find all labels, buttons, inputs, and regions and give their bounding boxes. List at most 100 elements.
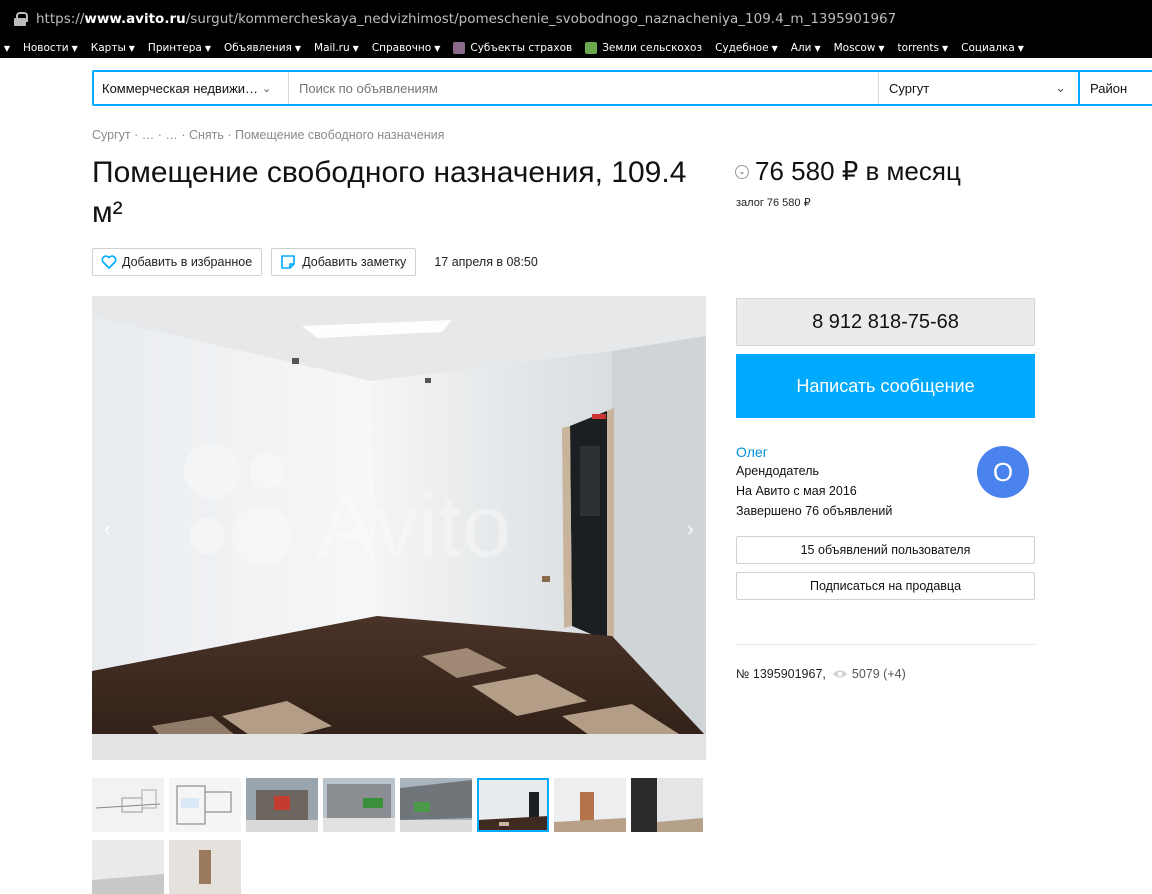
views-count: 5079 (+4)	[851, 667, 906, 681]
bookmark-item[interactable]: Али ▼	[791, 42, 821, 54]
seller-name-link[interactable]: Олег	[736, 444, 768, 460]
bookmark-item[interactable]: torrents ▼	[898, 42, 949, 54]
bookmark-label: Moscow	[833, 42, 876, 54]
thumbnail[interactable]	[169, 840, 241, 894]
thumbnail-active[interactable]	[477, 778, 549, 832]
bookmark-item[interactable]: Субъекты страхов	[453, 42, 572, 54]
write-message-button[interactable]: Написать сообщение	[736, 354, 1035, 418]
price: ⌄ 76 580 ₽ в месяц	[735, 156, 961, 187]
category-label: Коммерческая недвижи…	[102, 80, 259, 96]
bookmark-label: Социалка	[961, 42, 1015, 54]
photo-gallery[interactable]: Avito ‹ ›	[92, 296, 706, 760]
thumbnail-image	[554, 778, 626, 832]
url-text[interactable]: https://www.avito.ru/surgut/kommercheska…	[14, 11, 896, 27]
bookmark-label: и	[0, 42, 1, 54]
listing-actions: Добавить в избранное Добавить заметку 17…	[92, 248, 538, 276]
city-select[interactable]: Сургут ⌄	[878, 72, 1078, 104]
thumbnail-image	[169, 778, 241, 832]
search-input[interactable]	[289, 72, 878, 104]
watermark-text: Avito	[317, 476, 511, 575]
add-note-button[interactable]: Добавить заметку	[271, 248, 417, 276]
bookmark-label: torrents	[897, 42, 939, 54]
category-select[interactable]: Коммерческая недвижи… ⌄	[94, 72, 289, 104]
add-favorite-button[interactable]: Добавить в избранное	[92, 248, 263, 276]
url-scheme: https://	[36, 11, 85, 27]
thumbnail[interactable]	[92, 840, 164, 894]
seller-role: Арендодатель	[736, 464, 820, 478]
search-bar: Коммерческая недвижи… ⌄ Сургут ⌄ Район	[92, 70, 1152, 106]
divider	[736, 644, 1035, 645]
caret-down-icon: ▼	[1017, 43, 1024, 53]
page-title: Помещение свободного назначения, 109.4 м…	[92, 156, 687, 229]
avatar[interactable]: О	[977, 446, 1029, 498]
chevron-left-icon[interactable]: ‹	[104, 516, 111, 542]
room-photo: Avito	[92, 296, 706, 760]
caret-down-icon: ▼	[771, 43, 778, 53]
chevron-down-icon: ⌄	[262, 82, 272, 95]
thumbnail-image	[169, 840, 241, 894]
bookmark-item[interactable]: Принтера ▼	[148, 42, 211, 54]
region-select[interactable]: Район	[1080, 72, 1152, 104]
bookmark-item[interactable]: Судебное ▼	[715, 42, 778, 54]
city-label: Сургут	[889, 80, 930, 96]
thumbnail[interactable]	[246, 778, 318, 832]
show-phone-button[interactable]: 8 912 818-75-68	[736, 298, 1035, 346]
bookmark-label: Принтера	[147, 42, 202, 54]
note-icon	[281, 255, 295, 269]
bookmark-item[interactable]: Новости ▼	[23, 42, 78, 54]
bookmark-item[interactable]: Социалка ▼	[961, 42, 1024, 54]
thumbnail[interactable]	[554, 778, 626, 832]
browser-address-bar[interactable]: https://www.avito.ru/surgut/kommercheska…	[0, 0, 1152, 38]
caret-down-icon: ▼	[3, 43, 10, 53]
bookmark-item[interactable]: Mail.ru ▼	[314, 42, 359, 54]
caret-down-icon: ▼	[941, 43, 949, 53]
thumbnail-image	[631, 778, 703, 832]
thumbnail[interactable]	[400, 778, 472, 832]
url-domain: www.avito.ru	[84, 11, 186, 27]
bookmark-item[interactable]: и▼	[0, 42, 10, 54]
bookmark-label: Справочно	[371, 42, 432, 54]
gallery-bottom-bar	[92, 734, 706, 760]
bookmark-item[interactable]: Moscow ▼	[834, 42, 885, 54]
thumbnail[interactable]	[323, 778, 395, 832]
thumbnail-image	[246, 778, 318, 832]
bookmark-icon	[585, 42, 598, 54]
region-label: Район	[1090, 80, 1128, 96]
thumbnail[interactable]	[631, 778, 703, 832]
caret-down-icon: ▼	[294, 43, 302, 53]
thumbnail-image	[92, 840, 164, 894]
chevron-down-icon[interactable]: ⌄	[735, 164, 749, 179]
caret-down-icon: ▼	[71, 43, 78, 53]
bookmark-label: Mail.ru	[314, 42, 350, 54]
add-note-label: Добавить заметку	[302, 255, 407, 269]
lock-icon	[14, 12, 28, 26]
caret-down-icon: ▼	[128, 43, 135, 53]
bookmark-item[interactable]: Справочно ▼	[372, 42, 441, 54]
bookmark-label: Новости	[22, 42, 69, 54]
bookmark-item[interactable]: Земли сельскохоз	[585, 42, 702, 54]
listing-number: № 1395901967,	[736, 667, 826, 681]
seller-listings-button[interactable]: 15 объявлений пользователя	[736, 536, 1035, 564]
subscribe-seller-button[interactable]: Подписаться на продавца	[736, 572, 1035, 600]
add-favorite-label: Добавить в избранное	[122, 255, 253, 269]
breadcrumb[interactable]: Сургут · … · … · Снять · Помещение свобо…	[92, 128, 444, 142]
price-value: 76 580 ₽ в месяц	[755, 156, 961, 186]
deposit: залог 76 580 ₽	[736, 197, 811, 209]
caret-down-icon: ▼	[878, 43, 885, 53]
bookmark-label: Али	[790, 42, 812, 54]
bookmark-item[interactable]: Карты ▼	[91, 42, 135, 54]
bookmark-item[interactable]: Объявления ▼	[224, 42, 301, 54]
chevron-right-icon[interactable]: ›	[687, 516, 694, 542]
bookmark-label: Субъекты страхов	[470, 42, 573, 54]
bookmarks-bar: и▼Новости▼Карты▼Принтера▼Объявления▼Mail…	[0, 38, 1152, 58]
heart-icon	[101, 255, 117, 269]
bookmark-label: Карты	[90, 42, 126, 54]
thumbnail-image	[92, 778, 164, 832]
thumbnail[interactable]	[169, 778, 241, 832]
thumbnail-image	[323, 778, 395, 832]
caret-down-icon: ▼	[352, 43, 359, 53]
seller-completed: Завершено 76 объявлений	[736, 504, 893, 518]
bookmark-label: Объявления	[224, 42, 292, 54]
caret-down-icon: ▼	[204, 43, 212, 53]
thumbnail[interactable]	[92, 778, 164, 832]
